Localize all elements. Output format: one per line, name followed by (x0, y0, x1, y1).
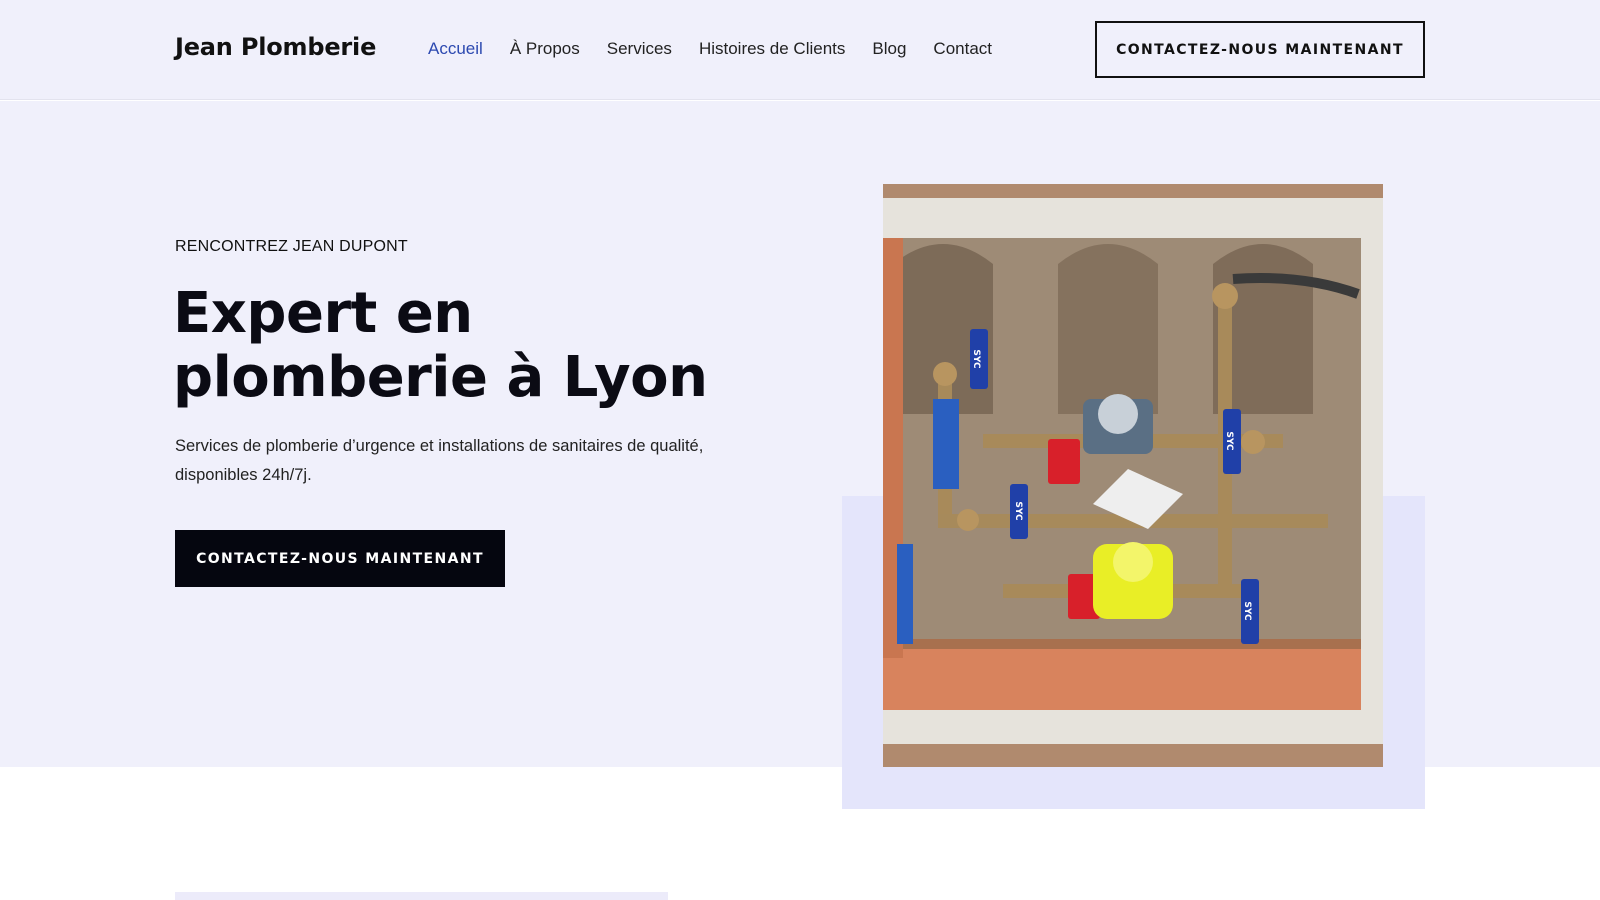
header-contact-button[interactable]: CONTACTEZ-NOUS MAINTENANT (1095, 21, 1425, 78)
hero-headline: Expert en plomberie à Lyon (173, 281, 708, 410)
valve-label: SYC (1224, 431, 1234, 451)
nav-link-blog[interactable]: Blog (872, 39, 906, 59)
hero-contact-button[interactable]: CONTACTEZ-NOUS MAINTENANT (175, 530, 505, 587)
site-logo[interactable]: Jean Plomberie (175, 33, 376, 61)
valve-label: SYC (971, 349, 981, 369)
plumbing-illustration: SYC SYC SYC SYC (883, 184, 1383, 767)
nav-link-histoires-de-clients[interactable]: Histoires de Clients (699, 39, 845, 59)
nav-link-contact[interactable]: Contact (933, 39, 992, 59)
nav-link-accueil[interactable]: Accueil (428, 39, 483, 59)
nav-link-a-propos[interactable]: À Propos (510, 39, 580, 59)
main-nav: Accueil À Propos Services Histoires de C… (428, 39, 992, 59)
valve-label: SYC (1013, 501, 1023, 521)
hero-eyebrow: RENCONTREZ JEAN DUPONT (175, 238, 408, 255)
hero-description: Services de plomberie d’urgence et insta… (175, 437, 704, 484)
next-section-bar (175, 892, 668, 900)
hero-plumbing-photo: SYC SYC SYC SYC (883, 184, 1383, 767)
valve-label: SYC (1242, 601, 1252, 621)
nav-link-services[interactable]: Services (607, 39, 672, 59)
site-header: Jean Plomberie Accueil À Propos Services… (0, 0, 1600, 100)
